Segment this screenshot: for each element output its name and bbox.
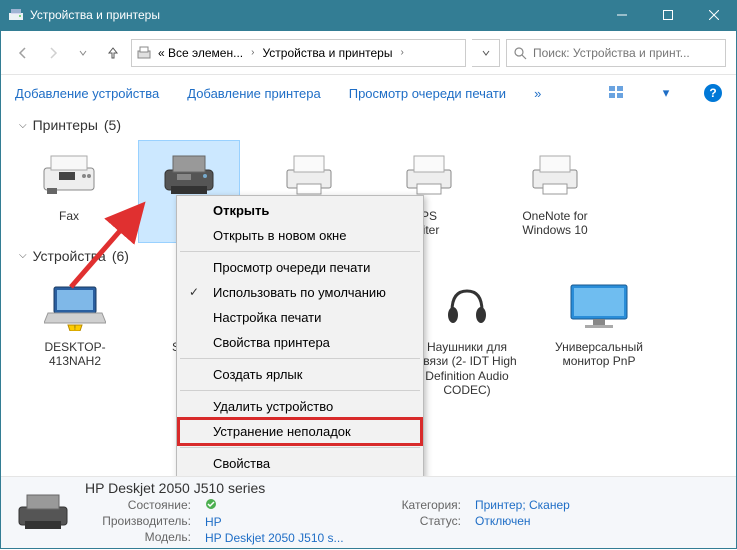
annotation-arrow (63, 195, 173, 295)
menu-open[interactable]: Открыть (179, 198, 421, 223)
search-box[interactable] (506, 39, 726, 67)
forward-button (41, 41, 65, 65)
category-label: Категория: (385, 498, 465, 512)
view-dropdown[interactable]: ▾ (656, 83, 676, 103)
app-icon (8, 7, 24, 23)
printer-icon (503, 145, 607, 205)
help-button[interactable]: ? (704, 84, 722, 102)
monitor-icon (547, 276, 651, 336)
menu-set-default[interactable]: ✓Использовать по умолчанию (179, 280, 421, 305)
status-value: Отключен (475, 514, 570, 528)
breadcrumb-segment[interactable]: « Все элемен... (154, 44, 247, 62)
manufacturer-value: HP (205, 515, 375, 529)
headphones-icon (415, 276, 519, 336)
menu-separator (180, 358, 420, 359)
devices-printers-icon (136, 45, 152, 61)
menu-properties[interactable]: Свойства (179, 451, 421, 476)
group-printers-header[interactable]: ⌵ Принтеры (5) (19, 111, 718, 141)
manufacturer-label: Производитель: (85, 514, 195, 528)
group-label: Принтеры (33, 117, 98, 133)
add-device-button[interactable]: Добавление устройства (15, 86, 159, 101)
chevron-right-icon: › (398, 47, 405, 58)
selected-device-title: HP Deskjet 2050 J510 series (85, 480, 722, 496)
close-button[interactable] (691, 0, 737, 30)
chevron-right-icon: › (249, 47, 256, 58)
address-bar: « Все элемен... › Устройства и принтеры … (1, 31, 736, 75)
menu-separator (180, 251, 420, 252)
check-icon: ✓ (189, 285, 199, 299)
status-bar: HP Deskjet 2050 J510 series Состояние: П… (1, 476, 736, 548)
refresh-dropdown[interactable] (472, 39, 500, 67)
content-area: ⌵ Принтеры (5) Fax HP PS riter OneNote f… (1, 111, 736, 476)
device-onenote[interactable]: OneNote for Windows 10 (499, 141, 611, 242)
model-value: HP Deskjet 2050 J510 s... (205, 531, 375, 545)
device-headphones[interactable]: Наушники для связи (2- IDT High Definiti… (411, 272, 523, 402)
add-printer-button[interactable]: Добавление принтера (187, 86, 320, 101)
search-input[interactable] (533, 46, 719, 60)
titlebar: Устройства и принтеры (0, 0, 737, 30)
view-options-button[interactable] (608, 83, 628, 103)
chevron-down-icon: ⌵ (19, 250, 27, 261)
back-button[interactable] (11, 41, 35, 65)
menu-troubleshoot[interactable]: Устранение неполадок (179, 419, 421, 444)
breadcrumb-segment[interactable]: Устройства и принтеры (258, 44, 396, 62)
menu-view-queue[interactable]: Просмотр очереди печати (179, 255, 421, 280)
category-value: Принтер; Сканер (475, 498, 570, 512)
selected-printer-icon (15, 493, 71, 533)
breadcrumb[interactable]: « Все элемен... › Устройства и принтеры … (131, 39, 466, 67)
minimize-button[interactable] (599, 0, 645, 30)
view-queue-button[interactable]: Просмотр очереди печати (349, 86, 506, 101)
model-label: Модель: (85, 530, 195, 544)
menu-remove-device[interactable]: Удалить устройство (179, 394, 421, 419)
device-monitor[interactable]: Универсальный монитор PnP (543, 272, 655, 402)
toolbar: Добавление устройства Добавление принтер… (1, 75, 736, 111)
menu-open-new-window[interactable]: Открыть в новом окне (179, 223, 421, 248)
group-count: (5) (104, 117, 121, 133)
status-label: Статус: (385, 514, 465, 528)
menu-printer-properties[interactable]: Свойства принтера (179, 330, 421, 355)
window-title: Устройства и принтеры (30, 8, 599, 22)
chevron-down-icon: ⌵ (19, 120, 27, 131)
maximize-button[interactable] (645, 0, 691, 30)
menu-separator (180, 447, 420, 448)
state-value (205, 498, 375, 513)
search-icon (513, 46, 527, 60)
toolbar-overflow[interactable]: » (534, 86, 541, 101)
menu-create-shortcut[interactable]: Создать ярлык (179, 362, 421, 387)
context-menu: Открыть Открыть в новом окне Просмотр оч… (176, 195, 424, 476)
menu-separator (180, 390, 420, 391)
up-button[interactable] (101, 41, 125, 65)
state-label: Состояние: (85, 498, 195, 512)
menu-print-settings[interactable]: Настройка печати (179, 305, 421, 330)
recent-dropdown[interactable] (71, 41, 95, 65)
